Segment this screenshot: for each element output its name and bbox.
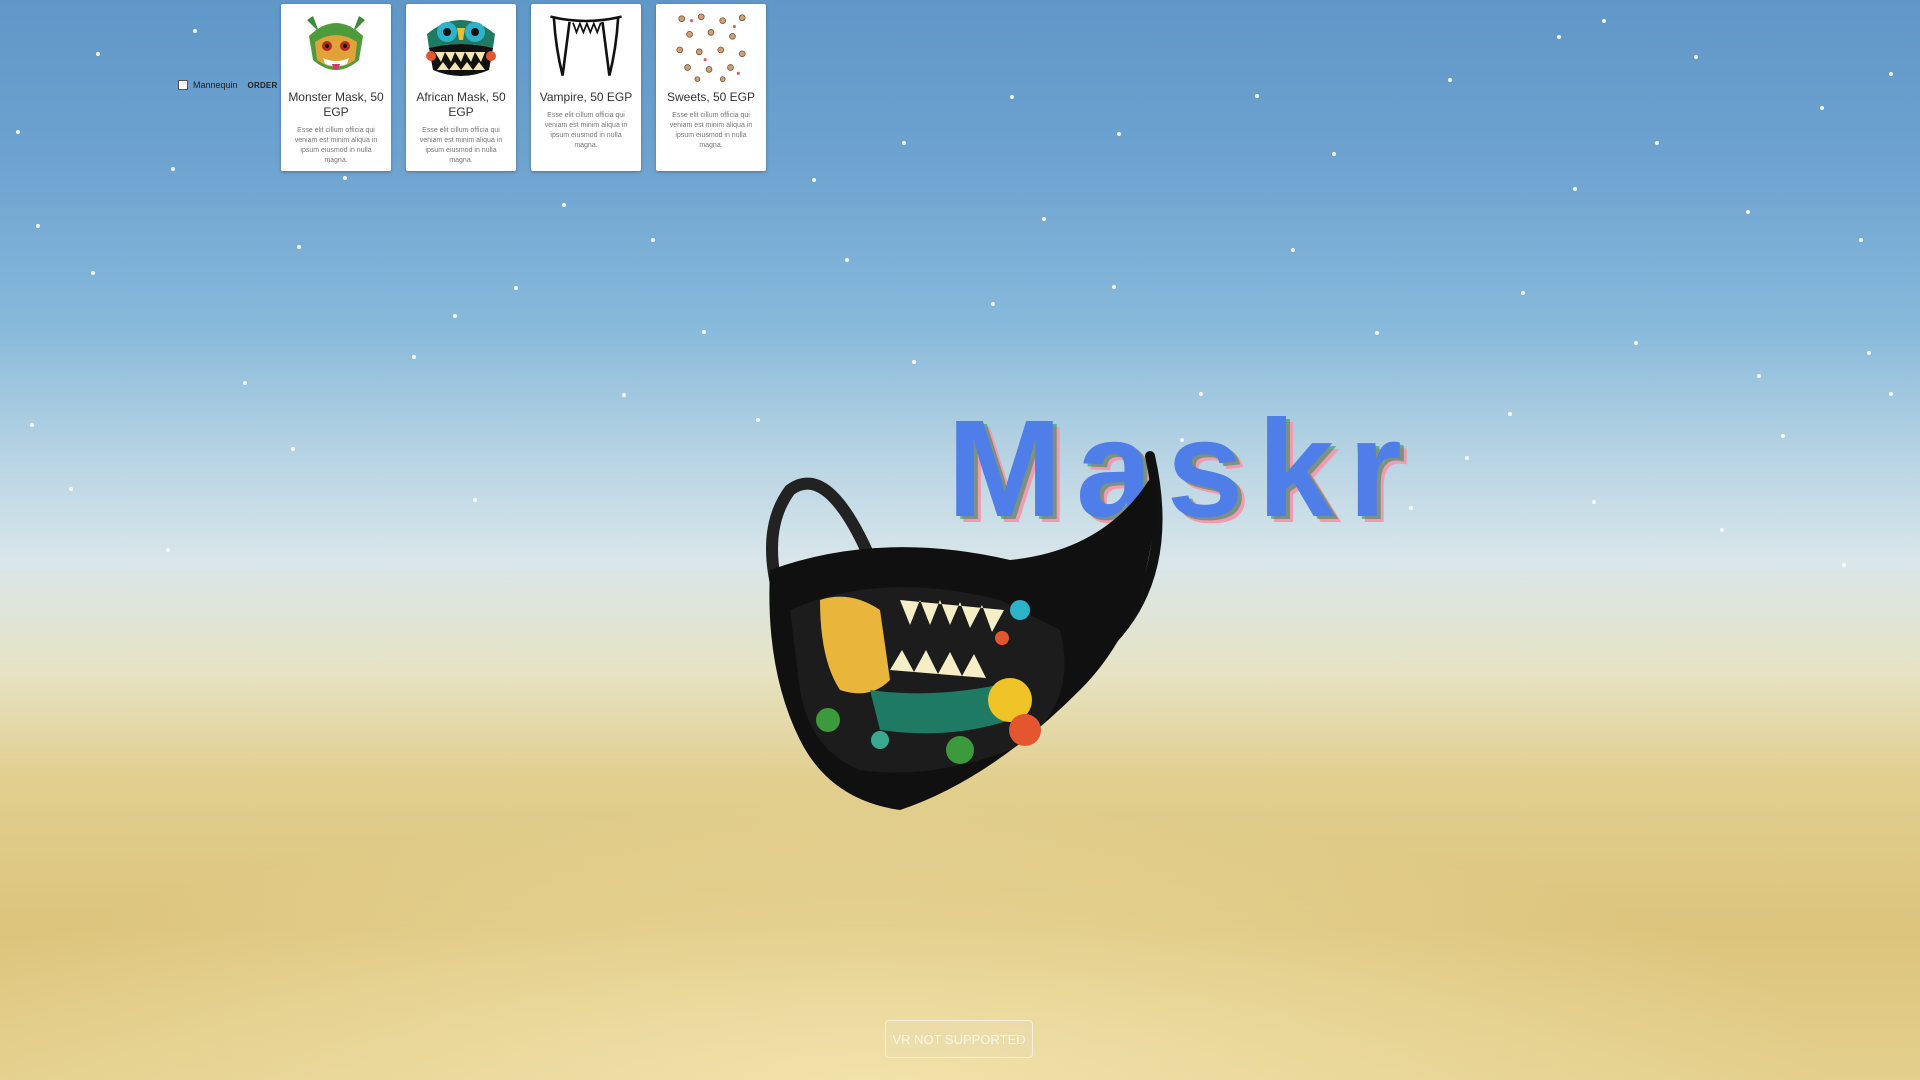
product-list: Monster Mask, 50 EGP Esse elit cillum of… xyxy=(281,4,766,171)
top-controls: Mannequin ORDER xyxy=(178,80,277,90)
product-description: Esse elit cillum officia qui veniam est … xyxy=(544,112,628,149)
order-button[interactable]: ORDER xyxy=(248,81,278,90)
product-card-african[interactable]: African Mask, 50 EGP Esse elit cillum of… xyxy=(406,4,516,171)
sweets-pattern-icon xyxy=(672,8,750,86)
vr-not-supported-button[interactable]: VR NOT SUPPORTED xyxy=(885,1020,1033,1058)
product-description: Esse elit cillum officia qui veniam est … xyxy=(419,127,503,164)
mannequin-label: Mannequin xyxy=(193,80,238,90)
mannequin-checkbox[interactable] xyxy=(178,80,188,90)
monster-mask-icon xyxy=(297,8,375,86)
vampire-fangs-icon xyxy=(547,8,625,86)
product-description: Esse elit cillum officia qui veniam est … xyxy=(669,112,753,149)
monster-print xyxy=(790,587,1065,773)
product-description: Esse elit cillum officia qui veniam est … xyxy=(294,127,378,164)
product-card-monster[interactable]: Monster Mask, 50 EGP Esse elit cillum of… xyxy=(281,4,391,171)
product-title: African Mask, 50 EGP xyxy=(416,90,506,119)
product-title: Vampire, 50 EGP xyxy=(539,90,633,104)
product-title: Sweets, 50 EGP xyxy=(666,90,756,104)
product-card-sweets[interactable]: Sweets, 50 EGP Esse elit cillum officia … xyxy=(656,4,766,171)
product-title: Monster Mask, 50 EGP xyxy=(288,90,384,119)
face-mask-3d-model xyxy=(766,451,1163,810)
mannequin-toggle[interactable]: Mannequin xyxy=(178,80,238,90)
african-mask-icon xyxy=(422,8,500,86)
product-card-vampire[interactable]: Vampire, 50 EGP Esse elit cillum officia… xyxy=(531,4,641,171)
